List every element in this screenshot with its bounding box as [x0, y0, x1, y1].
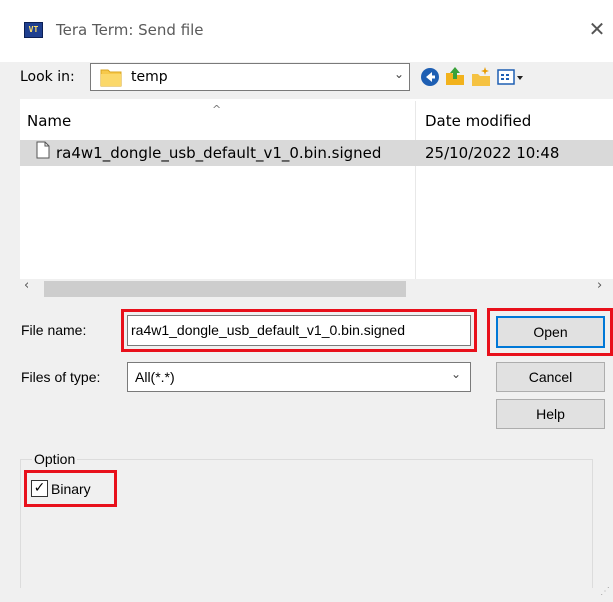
scroll-left-icon[interactable]: ‹ — [24, 278, 29, 293]
back-icon[interactable] — [419, 66, 441, 88]
file-icon — [36, 141, 50, 159]
sort-ascending-icon: ^ — [212, 103, 222, 116]
teraterm-app-icon: VT — [24, 22, 43, 38]
look-in-label: Look in: — [20, 69, 75, 85]
up-folder-icon[interactable] — [444, 65, 466, 87]
binary-label[interactable]: Binary — [51, 481, 91, 497]
files-of-type-value: All(*.*) — [135, 369, 175, 385]
column-header-date-modified[interactable]: Date modified — [425, 112, 531, 130]
files-of-type-label: Files of type: — [21, 369, 101, 385]
file-name-label: File name: — [21, 322, 87, 338]
dialog-footer — [0, 588, 613, 602]
file-date-cell: 25/10/2022 10:48 — [425, 144, 560, 162]
option-group-label: Option — [32, 451, 78, 467]
look-in-value: temp — [131, 69, 168, 85]
scrollbar-thumb[interactable] — [44, 281, 406, 297]
chevron-down-icon[interactable]: ⌄ — [451, 367, 461, 381]
file-name-value: ra4w1_dongle_usb_default_v1_0.bin.signed — [131, 322, 405, 338]
window-title: Tera Term: Send file — [56, 21, 204, 39]
column-header-name[interactable]: Name — [27, 112, 71, 130]
close-icon[interactable]: ✕ — [586, 18, 608, 40]
binary-checkbox[interactable]: ✓ — [31, 480, 48, 497]
files-of-type-dropdown[interactable] — [127, 362, 471, 392]
new-folder-icon[interactable] — [470, 66, 492, 88]
column-divider[interactable] — [415, 101, 416, 279]
open-button[interactable]: Open — [496, 316, 605, 348]
scroll-right-icon[interactable]: › — [597, 278, 602, 293]
resize-grip-icon[interactable]: ⋰ — [600, 586, 610, 597]
help-button[interactable]: Help — [496, 399, 605, 429]
folder-icon — [100, 69, 122, 87]
file-name-cell[interactable]: ra4w1_dongle_usb_default_v1_0.bin.signed — [56, 144, 381, 162]
chevron-down-icon[interactable]: ⌄ — [394, 67, 404, 81]
view-menu-icon[interactable] — [496, 66, 526, 88]
cancel-button[interactable]: Cancel — [496, 362, 605, 392]
